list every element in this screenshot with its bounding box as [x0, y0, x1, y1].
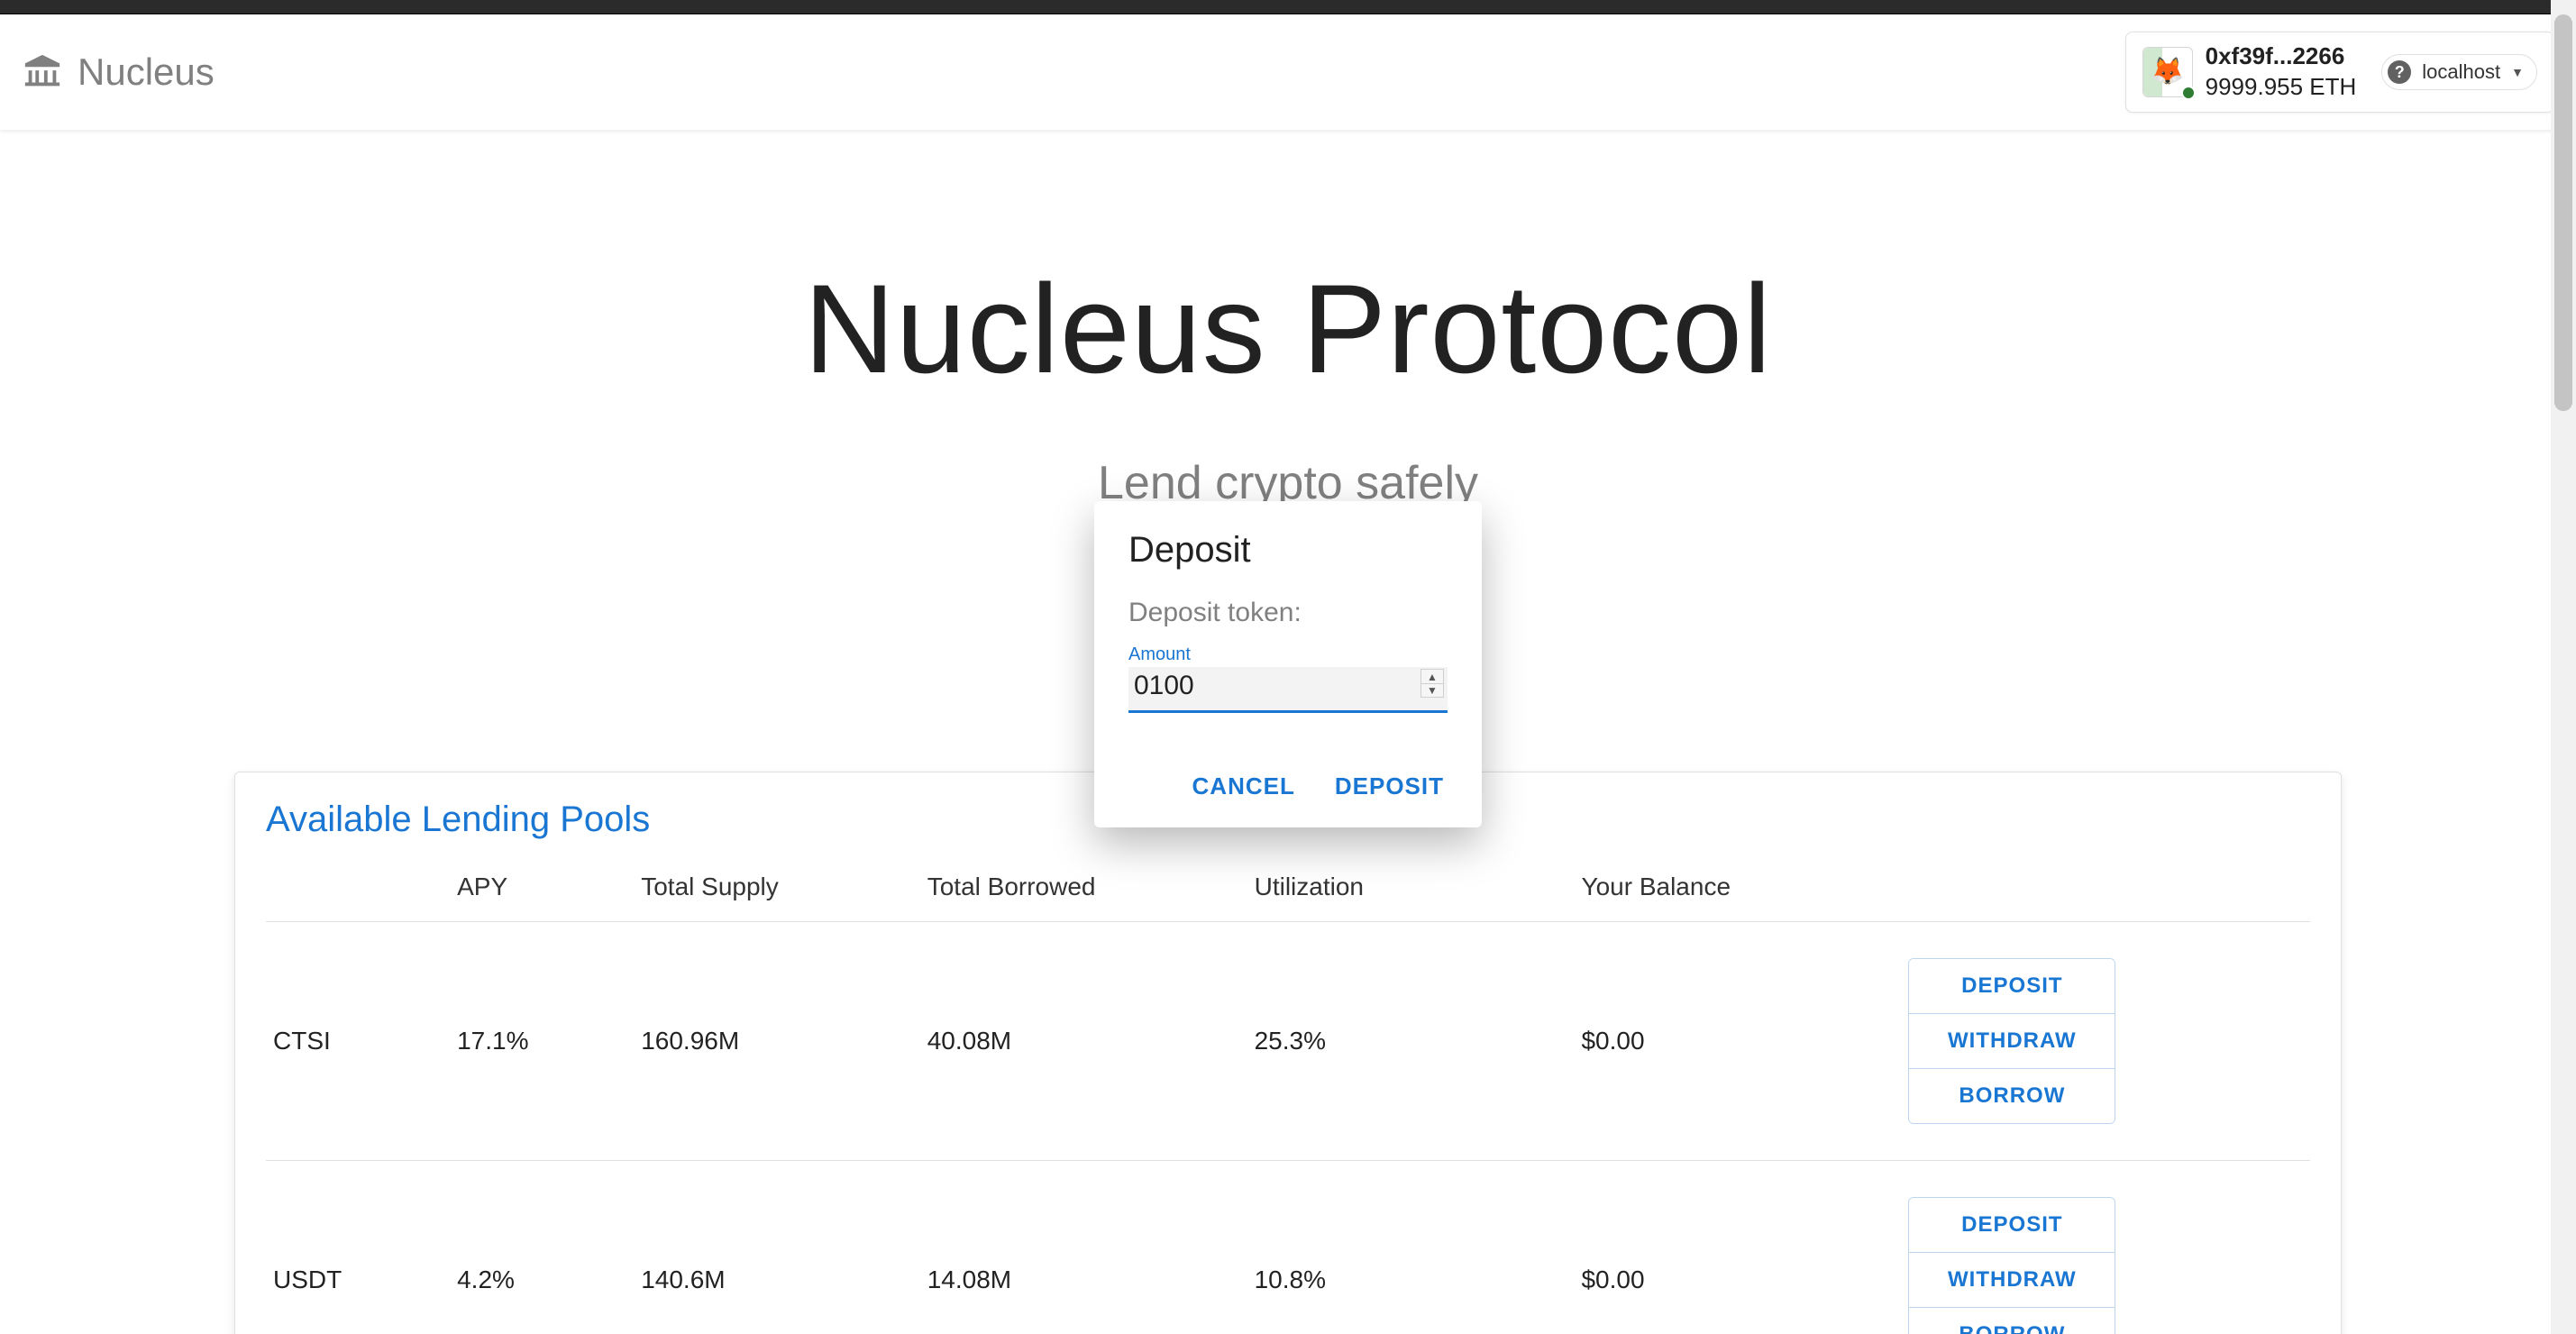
wallet-address: 0xf39f...2266 [2206, 41, 2357, 72]
amount-stepper: ▲ ▼ [1420, 669, 1444, 698]
network-selector[interactable]: ? localhost ▼ [2381, 54, 2537, 90]
col-actions [1901, 862, 2310, 922]
wallet-box: 🦊 0xf39f...2266 9999.955 ETH ? localhost… [2125, 32, 2554, 113]
cell-actions: DEPOSITWITHDRAWBORROW [1901, 922, 2310, 1161]
cell-your-balance: $0.00 [1574, 922, 1901, 1161]
brand-name: Nucleus [78, 50, 215, 94]
bank-icon [22, 51, 63, 93]
cell-asset: CTSI [266, 922, 450, 1161]
network-unknown-icon: ? [2388, 60, 2411, 84]
metamask-icon: 🦊 [2151, 59, 2184, 86]
cell-utilization: 10.8% [1247, 1161, 1575, 1334]
col-your-balance: Your Balance [1574, 862, 1901, 922]
borrow-button[interactable]: BORROW [1909, 1069, 2115, 1123]
amount-label: Amount [1128, 644, 1448, 665]
wallet-identity[interactable]: 🦊 0xf39f...2266 9999.955 ETH [2142, 41, 2357, 103]
pools-table: APY Total Supply Total Borrowed Utilizat… [266, 862, 2310, 1334]
deposit-button[interactable]: DEPOSIT [1909, 959, 2115, 1014]
stepper-up[interactable]: ▲ [1420, 669, 1444, 683]
brand[interactable]: Nucleus [22, 50, 215, 94]
wallet-balance: 9999.955 ETH [2206, 72, 2357, 103]
cell-apy: 4.2% [450, 1161, 634, 1334]
deposit-button[interactable]: DEPOSIT [1909, 1198, 2115, 1253]
page-title: Nucleus Protocol [0, 256, 2576, 402]
network-label: localhost [2422, 60, 2500, 84]
pools-card: Available Lending Pools APY Total Supply… [234, 772, 2342, 1334]
withdraw-button[interactable]: WITHDRAW [1909, 1014, 2115, 1069]
col-utilization: Utilization [1247, 862, 1575, 922]
cell-total-supply: 160.96M [634, 922, 920, 1161]
chevron-down-icon: ▼ [2511, 65, 2524, 79]
stepper-down[interactable]: ▼ [1420, 683, 1444, 698]
cell-your-balance: $0.00 [1574, 1161, 1901, 1334]
pools-header-row: APY Total Supply Total Borrowed Utilizat… [266, 862, 2310, 922]
borrow-button[interactable]: BORROW [1909, 1308, 2115, 1334]
col-total-supply: Total Supply [634, 862, 920, 922]
col-total-borrowed: Total Borrowed [920, 862, 1247, 922]
deposit-confirm-button[interactable]: DEPOSIT [1331, 767, 1448, 806]
wallet-avatar: 🦊 [2142, 47, 2193, 97]
cell-total-borrowed: 14.08M [920, 1161, 1247, 1334]
row-action-stack: DEPOSITWITHDRAWBORROW [1908, 1197, 2115, 1334]
app-header: Nucleus 🦊 0xf39f...2266 9999.955 ETH ? l… [0, 14, 2576, 130]
cancel-button[interactable]: CANCEL [1189, 767, 1299, 806]
row-action-stack: DEPOSITWITHDRAWBORROW [1908, 958, 2115, 1124]
scrollbar[interactable] [2551, 0, 2576, 1334]
modal-subtitle: Deposit token: [1128, 598, 1448, 628]
withdraw-button[interactable]: WITHDRAW [1909, 1253, 2115, 1308]
cell-utilization: 25.3% [1247, 922, 1575, 1161]
browser-chrome-bar [0, 0, 2576, 14]
cell-total-borrowed: 40.08M [920, 922, 1247, 1161]
cell-asset: USDT [266, 1161, 450, 1334]
modal-title: Deposit [1128, 530, 1448, 571]
col-asset [266, 862, 450, 922]
table-row: CTSI17.1%160.96M40.08M25.3%$0.00DEPOSITW… [266, 922, 2310, 1161]
amount-input[interactable] [1128, 667, 1448, 703]
col-apy: APY [450, 862, 634, 922]
table-row: USDT4.2%140.6M14.08M10.8%$0.00DEPOSITWIT… [266, 1161, 2310, 1334]
cell-actions: DEPOSITWITHDRAWBORROW [1901, 1161, 2310, 1334]
cell-total-supply: 140.6M [634, 1161, 920, 1334]
deposit-modal: Deposit Deposit token: Amount ▲ ▼ CANCEL… [1094, 501, 1482, 827]
cell-apy: 17.1% [450, 922, 634, 1161]
hero: Nucleus Protocol Lend crypto safely [0, 130, 2576, 510]
amount-field-wrap: ▲ ▼ [1128, 667, 1448, 713]
connection-status-dot [2181, 86, 2196, 100]
